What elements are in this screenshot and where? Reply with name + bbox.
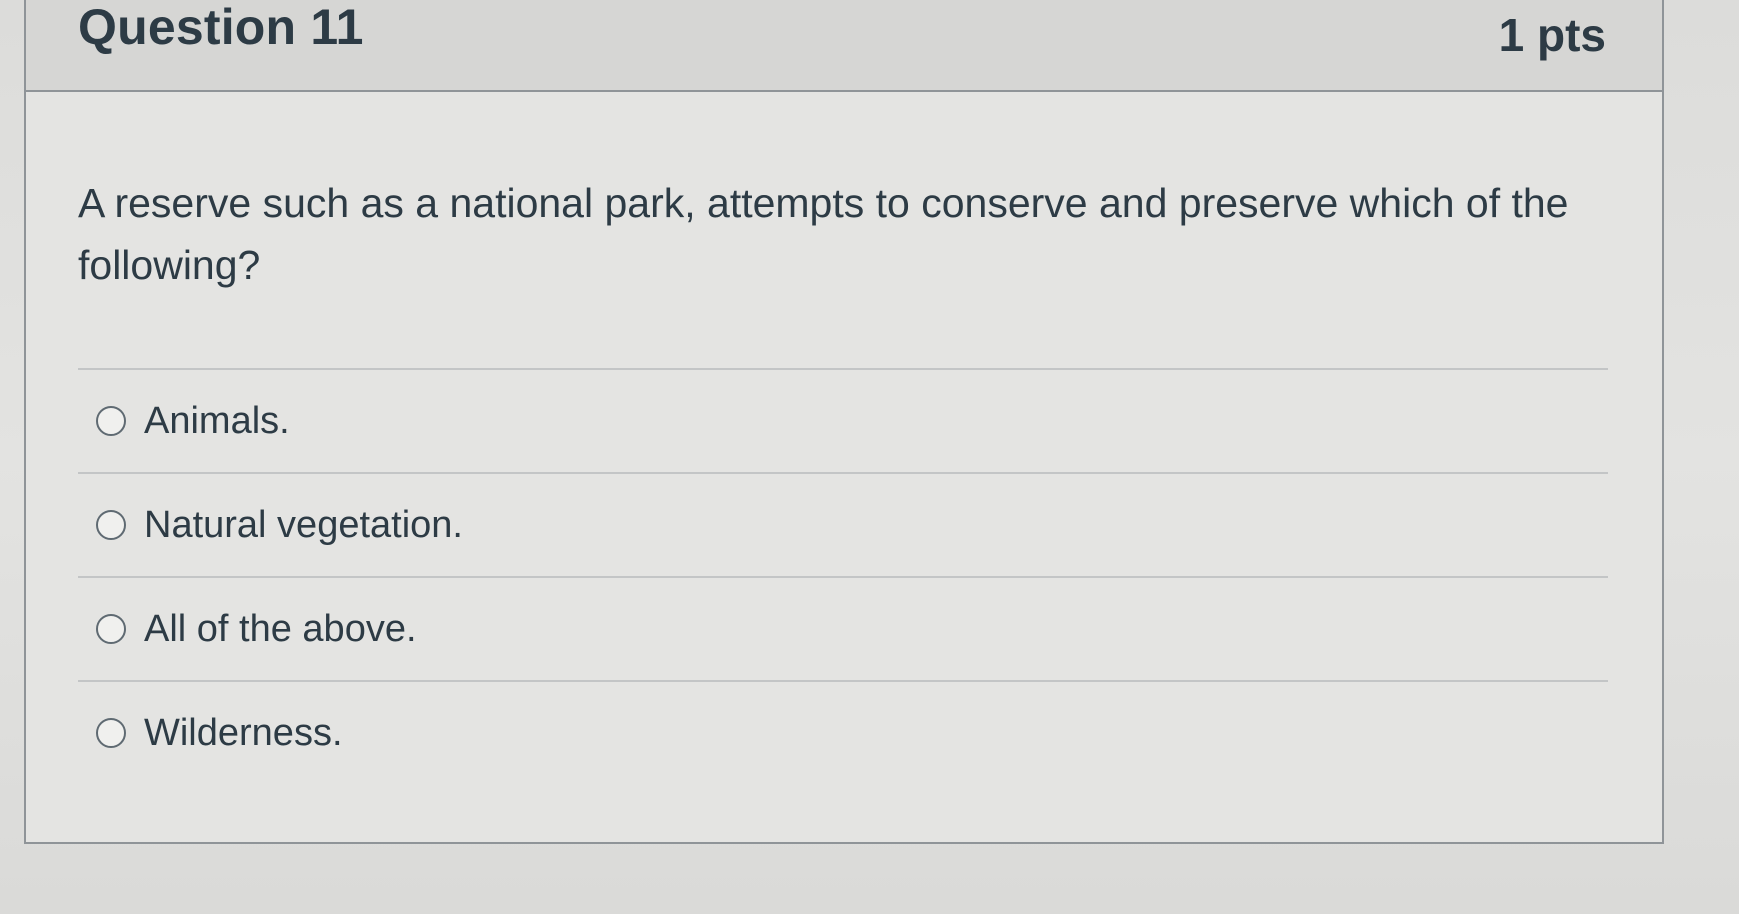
radio-button-icon[interactable] xyxy=(96,718,126,748)
radio-button-icon[interactable] xyxy=(96,510,126,540)
answer-label: Natural vegetation. xyxy=(144,503,463,546)
question-card: Question 11 1 pts A reserve such as a na… xyxy=(24,0,1664,844)
answer-option-wilderness[interactable]: Wilderness. xyxy=(78,680,1608,784)
answer-label: Animals. xyxy=(144,399,290,442)
answer-option-natural-vegetation[interactable]: Natural vegetation. xyxy=(78,472,1608,576)
answer-label: All of the above. xyxy=(144,607,417,650)
question-text: A reserve such as a national park, attem… xyxy=(78,180,1569,288)
answer-list: Animals. Natural vegetation. All of the … xyxy=(78,368,1608,784)
answer-option-all-of-the-above[interactable]: All of the above. xyxy=(78,576,1608,680)
question-points: 1 pts xyxy=(1498,9,1606,61)
question-header: Question 11 1 pts xyxy=(26,0,1662,92)
radio-button-icon[interactable] xyxy=(96,614,126,644)
quiz-page: Question 11 1 pts A reserve such as a na… xyxy=(0,0,1739,914)
answer-label: Wilderness. xyxy=(144,711,343,754)
answer-option-animals[interactable]: Animals. xyxy=(78,368,1608,472)
question-title: Question 11 xyxy=(78,0,364,55)
question-body: A reserve such as a national park, attem… xyxy=(26,172,1662,784)
radio-button-icon[interactable] xyxy=(96,406,126,436)
